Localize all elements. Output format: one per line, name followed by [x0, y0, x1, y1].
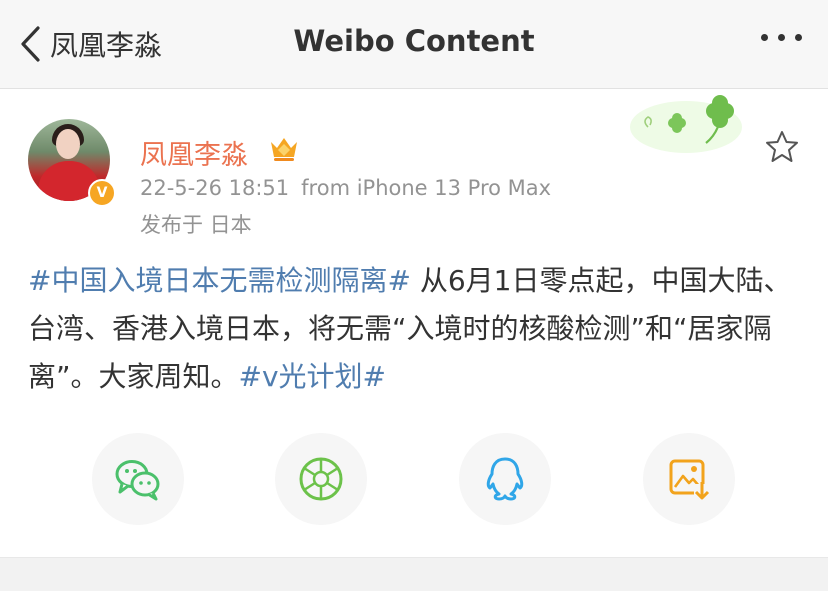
verified-badge: V — [88, 179, 116, 207]
nav-bar: 凤凰李淼 Weibo Content — [0, 0, 828, 89]
more-dot-icon — [795, 34, 802, 41]
more-dot-icon — [778, 34, 785, 41]
share-moments-button[interactable] — [275, 433, 367, 525]
clover-decoration-icon — [630, 95, 742, 153]
weibo-post: V 凤凰李淼 22-5-26 18:51 from iPhone 13 Pro M… — [0, 89, 828, 557]
share-qq-button[interactable] — [459, 433, 551, 525]
author-name[interactable]: 凤凰李淼 — [140, 133, 248, 172]
post-timestamp: 22-5-26 18:51 — [140, 176, 290, 200]
topic-tag-link[interactable]: #v光计划# — [239, 360, 387, 393]
post-content: #中国入境日本无需检测隔离# 从6月1日零点起，中国大陆、台湾、香港入境日本，将… — [28, 257, 804, 401]
topic-tag-link[interactable]: #中国入境日本无需检测隔离# — [28, 264, 411, 297]
post-location: 发布于 日本 — [140, 213, 252, 237]
moments-icon — [299, 457, 343, 501]
wechat-icon — [115, 460, 160, 501]
favorite-star-icon[interactable] — [764, 129, 800, 165]
page-title: Weibo Content — [293, 24, 535, 58]
qq-icon — [486, 457, 524, 501]
avatar-face — [56, 129, 80, 159]
save-image-icon — [669, 459, 710, 500]
more-dot-icon — [761, 34, 768, 41]
more-options-button[interactable] — [761, 34, 802, 41]
section-divider — [0, 557, 828, 591]
save-image-button[interactable] — [643, 433, 735, 525]
post-source: from iPhone 13 Pro Max — [301, 176, 552, 200]
member-crown-icon — [271, 138, 297, 161]
share-wechat-button[interactable] — [92, 433, 184, 525]
share-bar — [0, 427, 828, 527]
post-meta: 22-5-26 18:51 from iPhone 13 Pro Max — [140, 176, 551, 200]
